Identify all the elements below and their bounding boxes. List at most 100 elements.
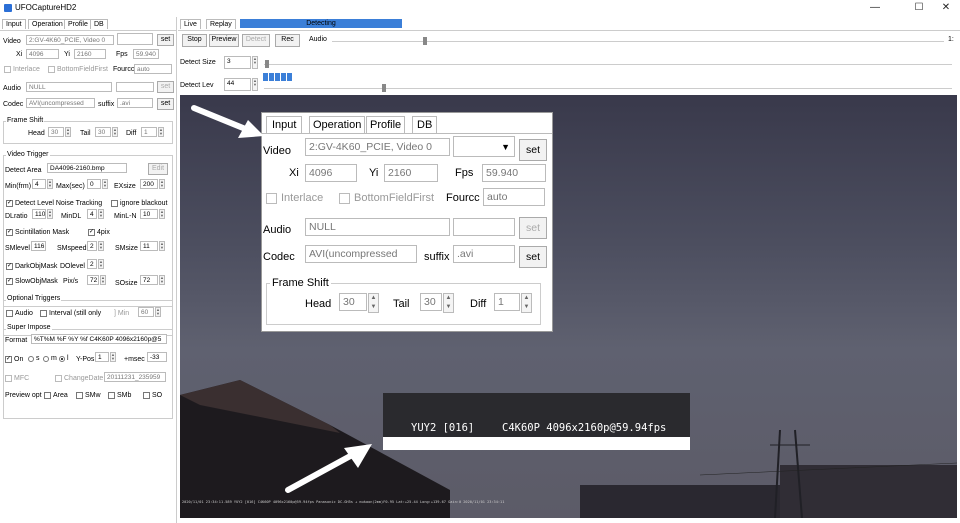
smlevel-field[interactable]: 116 [31, 241, 46, 251]
preview-so-checkbox[interactable] [143, 392, 150, 399]
smspeed-spin[interactable]: ▲ ▼ [98, 241, 104, 251]
detect-size-thumb[interactable] [265, 60, 269, 68]
slowobjmask-checkbox[interactable]: ✓ [6, 278, 13, 285]
close-button[interactable]: ✕ [934, 1, 958, 15]
zoom-video-select[interactable]: 2:GV-4K60_PCIE, Video 0 [305, 138, 450, 156]
preview-area-checkbox[interactable] [44, 392, 51, 399]
interval-min-field[interactable]: 60 [138, 307, 154, 317]
stop-button[interactable]: Stop [182, 34, 207, 47]
audio-slider-thumb[interactable] [423, 37, 427, 45]
pixs-field[interactable]: 72 [87, 275, 99, 285]
tab-live[interactable]: Live [180, 19, 201, 29]
detect-size-slider[interactable] [264, 64, 952, 65]
zoom-fourcc-select[interactable]: auto [483, 188, 545, 206]
zoom-diff-field[interactable]: 1 [494, 293, 520, 311]
zoom-interlace-checkbox[interactable] [266, 193, 277, 204]
scint-mask-checkbox[interactable]: ✓ [6, 229, 13, 236]
zoom-audio-set-button[interactable]: set [519, 217, 547, 239]
interlace-checkbox[interactable] [4, 66, 11, 73]
pixs-spin[interactable]: ▲ ▼ [100, 275, 106, 285]
video-select[interactable]: 2:GV-4K60_PCIE, Video 0 [26, 35, 114, 45]
dlratio-spin[interactable]: ▲ ▼ [47, 209, 53, 219]
codec-select[interactable]: AVI(uncompressed [26, 98, 95, 108]
tail-spin[interactable]: ▲ ▼ [112, 127, 118, 137]
zoom-head-field[interactable]: 30 [339, 293, 367, 311]
audio-select[interactable]: NULL [26, 82, 112, 92]
zoom-diff-spin[interactable]: ▲ ▼ [521, 293, 532, 313]
dolevel-field[interactable]: 2 [87, 259, 97, 269]
zoom-suffix-field[interactable]: .avi [453, 245, 515, 263]
mindl-field[interactable]: 4 [87, 209, 97, 219]
video-extra-select[interactable] [117, 33, 153, 45]
minimize-button[interactable]: — [863, 1, 887, 15]
zoom-codec-set-button[interactable]: set [519, 246, 547, 268]
head-spin[interactable]: ▲ ▼ [65, 127, 71, 137]
detect-size-field[interactable]: 3 [224, 56, 251, 69]
exsize-field[interactable]: 200 [140, 179, 158, 189]
zoom-bff-checkbox[interactable] [339, 193, 350, 204]
zoom-tail-field[interactable]: 30 [420, 293, 442, 311]
head-field[interactable]: 30 [48, 127, 64, 137]
exsize-spin[interactable]: ▲ ▼ [159, 179, 165, 189]
audio-set-button[interactable]: set [157, 81, 174, 93]
dlratio-field[interactable]: 110 [32, 209, 46, 219]
edit-button[interactable]: Edit [148, 163, 168, 175]
ypos-spin[interactable]: ▲ ▼ [110, 352, 116, 362]
zoom-audio-extra-select[interactable] [453, 218, 515, 236]
smspeed-field[interactable]: 2 [87, 241, 97, 251]
size-l-radio[interactable] [59, 356, 65, 362]
zoom-codec-select[interactable]: AVI(uncompressed [305, 245, 417, 263]
mindl-spin[interactable]: ▲ ▼ [98, 209, 104, 219]
smsize-field[interactable]: 11 [140, 241, 158, 251]
suffix-field[interactable]: .avi [117, 98, 153, 108]
detect-size-spin[interactable]: ▲ ▼ [252, 56, 258, 69]
tab-operation[interactable]: Operation [28, 19, 67, 29]
detect-lev-spin[interactable]: ▲ ▼ [252, 78, 258, 91]
xi-field[interactable]: 4096 [26, 49, 59, 59]
diff-spin[interactable]: ▲ ▼ [158, 127, 164, 137]
zoom-tab-input[interactable]: Input [266, 116, 303, 133]
fourcc-select[interactable]: auto [134, 64, 172, 74]
interval-min-spin[interactable]: ▲ ▼ [155, 307, 161, 317]
detect-area-field[interactable]: DA4096-2160.bmp [47, 163, 127, 173]
maximize-button[interactable]: ☐ [907, 1, 931, 15]
changedate-field[interactable]: 20111231_235959 [104, 372, 166, 382]
maxsec-spin[interactable]: ▲ ▼ [102, 179, 108, 189]
zoom-tab-db[interactable]: DB [412, 116, 438, 133]
on-checkbox[interactable]: ✓ [5, 356, 12, 363]
minln-spin[interactable]: ▲ ▼ [159, 209, 165, 219]
audio-trigger-checkbox[interactable] [6, 310, 13, 317]
zoom-video-set-button[interactable]: set [519, 139, 547, 161]
preview-smb-checkbox[interactable] [108, 392, 115, 399]
tab-input[interactable]: Input [2, 19, 26, 29]
sosize-spin[interactable]: ▲ ▼ [159, 275, 165, 285]
audio-extra-select[interactable] [116, 82, 154, 92]
zoom-xi-field[interactable]: 4096 [305, 164, 357, 182]
detect-button[interactable]: Detect [242, 34, 270, 47]
bff-checkbox[interactable] [48, 66, 55, 73]
zoom-tab-operation[interactable]: Operation [309, 116, 366, 133]
zoom-fps-field[interactable]: 59.940 [482, 164, 546, 182]
changedate-checkbox[interactable] [55, 375, 62, 382]
minfrm-field[interactable]: 4 [32, 179, 46, 189]
codec-set-button[interactable]: set [157, 98, 174, 110]
darkobjmask-checkbox[interactable]: ✓ [6, 263, 13, 270]
zoom-yi-field[interactable]: 2160 [384, 164, 438, 182]
diff-field[interactable]: 1 [141, 127, 157, 137]
minfrm-spin[interactable]: ▲ ▼ [47, 179, 53, 189]
interval-checkbox[interactable] [40, 310, 47, 317]
mfc-checkbox[interactable] [5, 375, 12, 382]
zoom-head-spin[interactable]: ▲ ▼ [368, 293, 379, 313]
tab-replay[interactable]: Replay [206, 19, 236, 29]
ypos-field[interactable]: 1 [95, 352, 109, 362]
preview-button[interactable]: Preview [209, 34, 239, 47]
zoom-audio-select[interactable]: NULL [305, 218, 450, 236]
sosize-field[interactable]: 72 [140, 275, 158, 285]
zoom-tail-spin[interactable]: ▲ ▼ [443, 293, 454, 313]
smsize-spin[interactable]: ▲ ▼ [159, 241, 165, 251]
noise-tracking-checkbox[interactable]: ✓ [6, 200, 13, 207]
video-set-button[interactable]: set [157, 34, 174, 46]
size-s-radio[interactable] [28, 356, 34, 362]
size-m-radio[interactable] [43, 356, 49, 362]
maxsec-field[interactable]: 0 [87, 179, 101, 189]
